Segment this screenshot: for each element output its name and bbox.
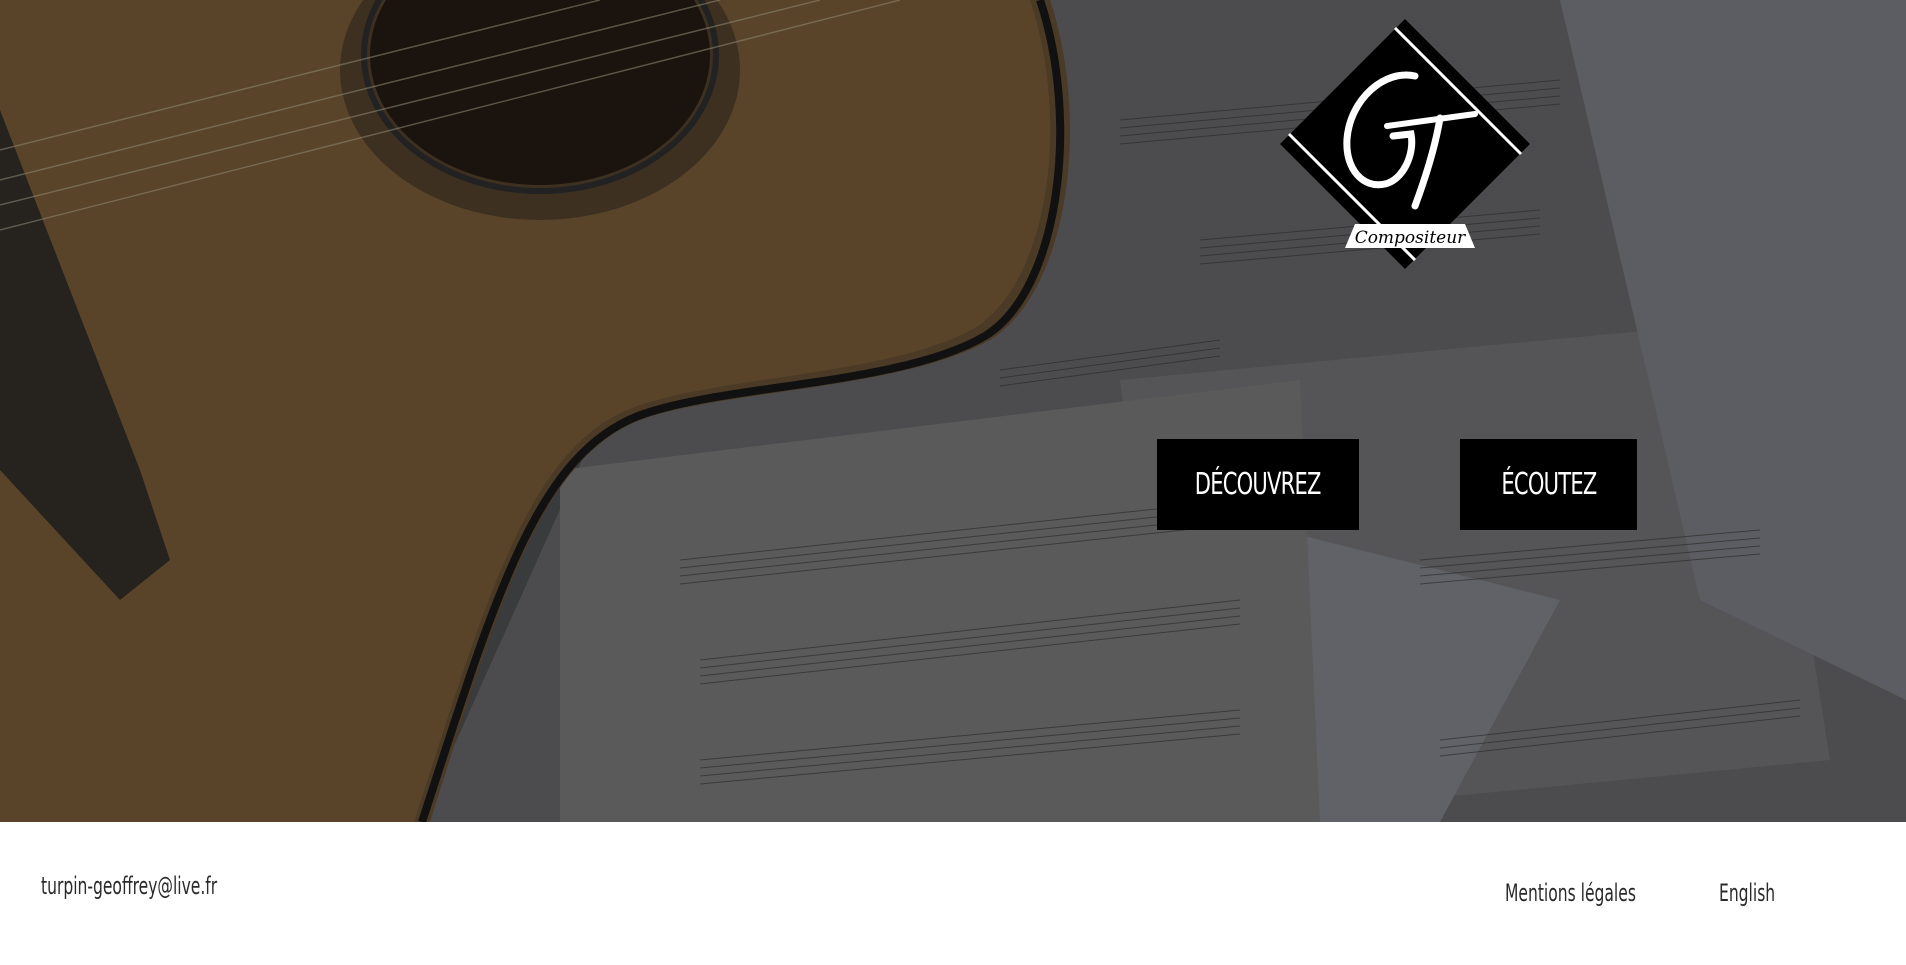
- hero-section: Compositeur Découvrez Écoutez: [0, 0, 1906, 822]
- footer: turpin-geoffrey@live.fr Mentions légales…: [0, 822, 1906, 965]
- listen-button-label: Écoutez: [1500, 467, 1597, 502]
- logo-caption: Compositeur: [1355, 228, 1466, 248]
- discover-button-label: Découvrez: [1195, 467, 1322, 502]
- gt-compositeur-logo: Compositeur: [1280, 19, 1530, 269]
- discover-button[interactable]: Découvrez: [1157, 439, 1359, 530]
- listen-button[interactable]: Écoutez: [1460, 439, 1637, 530]
- hero-background-image: [0, 0, 1906, 822]
- legal-notice-link[interactable]: Mentions légales: [1505, 879, 1636, 907]
- language-switch-link[interactable]: English: [1719, 879, 1775, 907]
- contact-email: turpin-geoffrey@live.fr: [41, 872, 218, 900]
